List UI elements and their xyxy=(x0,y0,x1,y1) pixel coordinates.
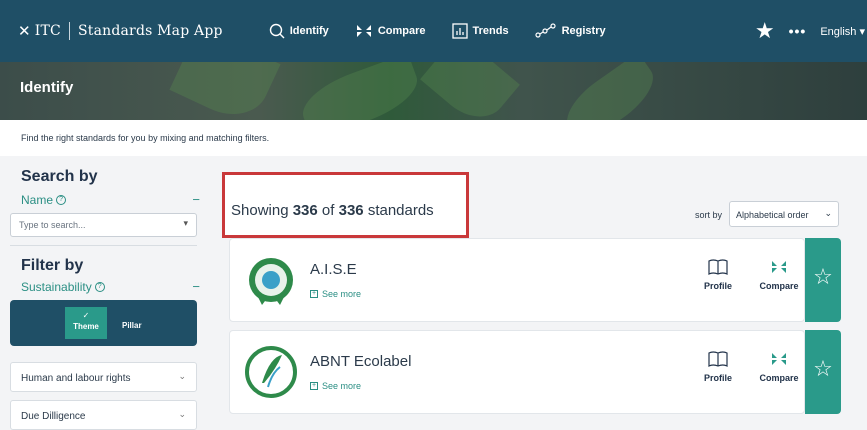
results-total: 336 xyxy=(338,202,364,219)
add-favorite-button[interactable]: ☆ xyxy=(805,330,841,414)
nav-trends-label: Trends xyxy=(472,25,509,37)
sustainability-label-text: Sustainability xyxy=(21,280,92,294)
compare-button[interactable]: Compare xyxy=(757,351,801,383)
nav-trends[interactable]: Trends xyxy=(451,23,509,39)
abnt-ecolabel-logo-icon xyxy=(245,346,297,398)
profile-label: Profile xyxy=(703,373,732,383)
expand-icon: + xyxy=(310,382,318,390)
name-search-placeholder: Type to search... xyxy=(19,220,86,230)
name-label-text: Name xyxy=(21,193,54,207)
results-count: Showing 336 of 336 standards xyxy=(231,202,434,219)
see-more-label: See more xyxy=(322,289,362,299)
star-outline-icon: ☆ xyxy=(813,356,833,381)
leaf-decoration xyxy=(295,62,425,120)
trends-icon xyxy=(451,23,468,39)
collapse-sustainability-icon[interactable]: − xyxy=(192,279,200,294)
sort-select-value: Alphabetical order xyxy=(736,210,809,220)
nav-right: ★ ••• English ▾ xyxy=(755,0,867,62)
brand[interactable]: ✕ ITC Standards Map App xyxy=(18,22,223,40)
divider xyxy=(10,245,197,246)
compare-button[interactable]: Compare xyxy=(757,259,801,291)
sustainability-filter-label: Sustainability ? xyxy=(21,280,105,294)
profile-button[interactable]: Profile xyxy=(696,351,740,383)
chevron-down-icon: ▾ xyxy=(183,218,188,228)
theme-option-label: Theme xyxy=(73,322,99,331)
search-icon xyxy=(269,23,285,39)
filter-sidebar: Search by Name ? − Type to search... ▾ F… xyxy=(0,156,212,430)
help-icon[interactable]: ? xyxy=(94,282,105,292)
results-prefix: Showing xyxy=(231,202,289,219)
page-banner: Identify xyxy=(0,62,867,120)
pillar-option[interactable]: Pillar xyxy=(122,321,142,330)
book-icon xyxy=(696,351,740,373)
compare-label: Compare xyxy=(759,281,799,291)
theme-option[interactable]: ✓ Theme xyxy=(65,307,107,339)
see-more-link[interactable]: + See more xyxy=(310,381,361,391)
category-human-labour-rights[interactable]: Human and labour rights ⌄ xyxy=(10,362,197,392)
page-tagline: Find the right standards for you by mixi… xyxy=(0,120,867,156)
sort-by-label: sort by xyxy=(695,210,723,220)
nav-registry[interactable]: Registry xyxy=(534,23,606,39)
profile-button[interactable]: Profile xyxy=(696,259,740,291)
name-search-select[interactable]: Type to search... ▾ xyxy=(10,213,197,237)
sort-select[interactable]: Alphabetical order ⌄ xyxy=(729,201,839,227)
nav-compare-label: Compare xyxy=(377,25,426,37)
more-options-icon[interactable]: ••• xyxy=(789,23,807,39)
nav-registry-label: Registry xyxy=(561,25,606,37)
leaf-decoration xyxy=(556,62,664,120)
brand-prefix: ITC xyxy=(34,23,61,39)
category-label: Due Dilligence xyxy=(21,411,86,422)
chevron-down-icon: ⌄ xyxy=(178,409,186,419)
favorites-star-icon[interactable]: ★ xyxy=(755,18,775,44)
profile-label: Profile xyxy=(703,281,732,291)
expand-icon: + xyxy=(310,290,318,298)
page-title: Identify xyxy=(20,79,74,96)
add-favorite-button[interactable]: ☆ xyxy=(805,238,841,322)
nav-compare[interactable]: Compare xyxy=(355,23,426,39)
filter-by-heading: Filter by xyxy=(21,257,84,274)
nav-identify-label: Identify xyxy=(289,25,329,37)
standard-name[interactable]: A.I.S.E xyxy=(310,261,357,278)
standard-card[interactable]: A.I.S.E + See more Profile Compare xyxy=(229,238,805,322)
book-icon xyxy=(696,259,740,281)
brand-name: Standards Map App xyxy=(77,23,223,39)
aise-logo-icon xyxy=(249,258,293,305)
check-icon: ✓ xyxy=(82,311,90,320)
results-count-box: Showing 336 of 336 standards xyxy=(222,172,469,238)
results-shown: 336 xyxy=(292,202,318,219)
chevron-down-icon: ⌄ xyxy=(824,208,832,218)
see-more-link[interactable]: + See more xyxy=(310,289,361,299)
top-navbar: ✕ ITC Standards Map App Identify Compare… xyxy=(0,0,867,62)
compare-icon xyxy=(757,259,801,281)
compare-icon xyxy=(355,23,373,39)
help-icon[interactable]: ? xyxy=(56,195,67,205)
results-suffix: standards xyxy=(367,202,434,219)
standard-card[interactable]: ABNT Ecolabel + See more Profile Compare xyxy=(229,330,805,414)
star-outline-icon: ☆ xyxy=(813,264,833,289)
see-more-label: See more xyxy=(322,381,362,391)
brand-separator xyxy=(68,22,70,40)
search-by-heading: Search by xyxy=(21,168,98,185)
results-of: of xyxy=(321,202,335,219)
leaf-decoration xyxy=(420,62,520,120)
category-label: Human and labour rights xyxy=(21,373,131,384)
registry-icon xyxy=(534,23,557,39)
itc-logo-icon: ✕ xyxy=(18,22,31,40)
language-label: English xyxy=(820,25,857,38)
compare-label: Compare xyxy=(759,373,799,383)
collapse-name-icon[interactable]: − xyxy=(192,192,200,207)
language-select[interactable]: English ▾ xyxy=(820,25,865,38)
name-filter-label: Name ? xyxy=(21,193,67,207)
nav-identify[interactable]: Identify xyxy=(269,23,329,39)
leaf-decoration xyxy=(169,62,281,120)
theme-pillar-toggle: ✓ Theme Pillar xyxy=(10,300,197,346)
compare-icon xyxy=(757,351,801,373)
category-due-diligence[interactable]: Due Dilligence ⌄ xyxy=(10,400,197,430)
chevron-down-icon: ⌄ xyxy=(178,371,186,381)
pillar-option-label: Pillar xyxy=(122,321,142,330)
standard-name[interactable]: ABNT Ecolabel xyxy=(310,353,411,370)
